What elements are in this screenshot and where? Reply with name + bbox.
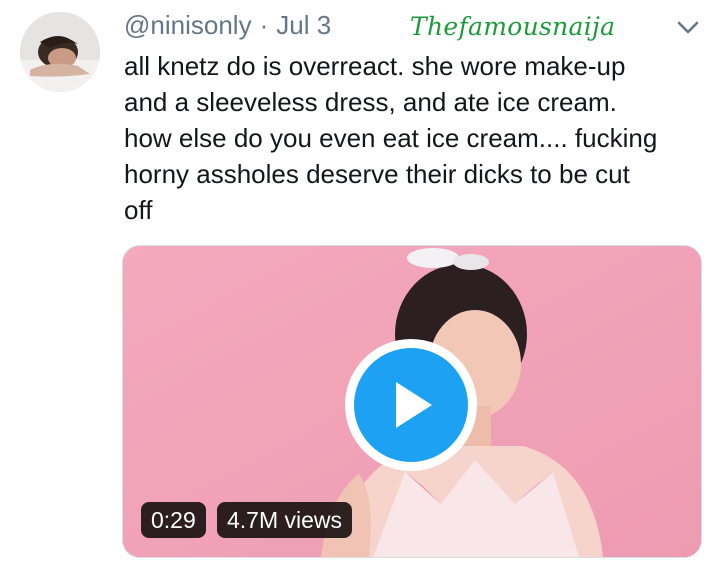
user-handle[interactable]: @ninisonly [124, 10, 252, 41]
video-duration-badge: 0:29 [141, 502, 206, 538]
play-button[interactable] [345, 339, 477, 471]
tweet-header: @ninisonly · Jul 3 [124, 8, 331, 42]
avatar[interactable] [20, 12, 100, 92]
chevron-down-icon [677, 21, 699, 34]
tweet-text: all knetz do is overreact. she wore make… [124, 51, 658, 225]
video-views-badge: 4.7M views [217, 502, 353, 538]
video-player[interactable]: 0:29 4.7M views [122, 245, 702, 558]
tweet-menu-button[interactable] [672, 14, 704, 42]
tweet-date[interactable]: Jul 3 [276, 10, 331, 41]
play-icon [396, 382, 432, 428]
header-separator: · [259, 9, 269, 40]
tweet-card: @ninisonly · Jul 3 Thefamousnaija all kn… [0, 0, 720, 568]
avatar-image [20, 12, 100, 92]
watermark: Thefamousnaija [410, 12, 616, 41]
play-button-circle [354, 348, 468, 462]
